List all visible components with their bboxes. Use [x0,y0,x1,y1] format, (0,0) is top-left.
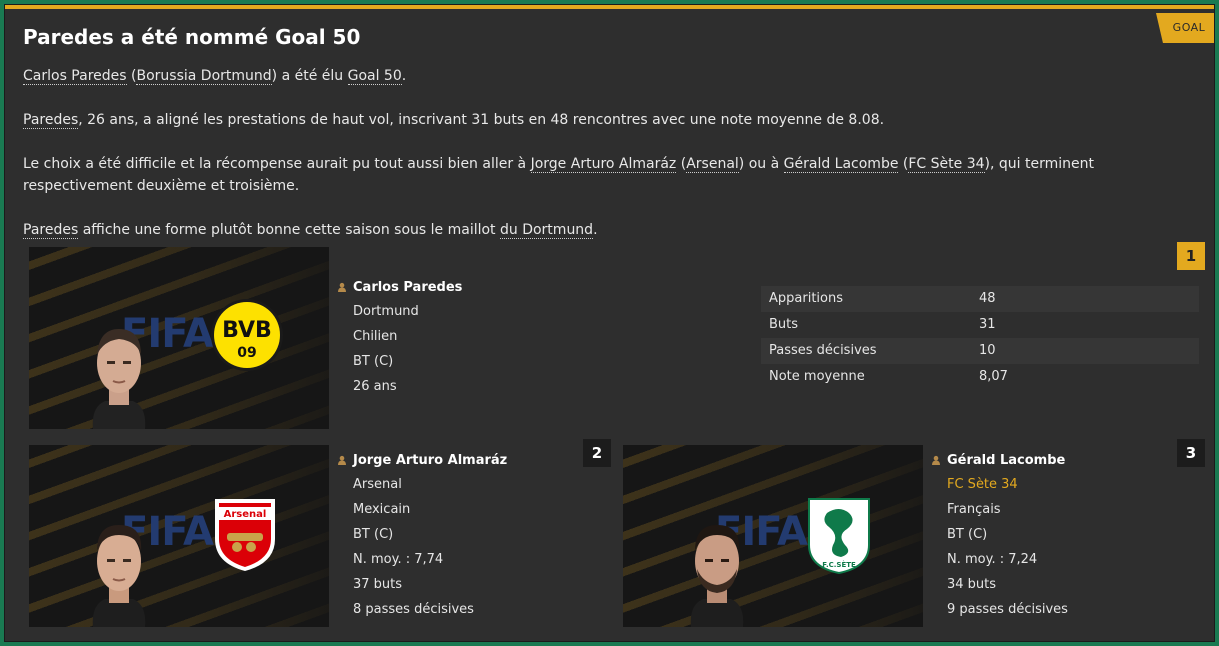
stat-label: Buts [769,317,799,332]
player-link-almaraz[interactable]: Jorge Arturo Almaráz [530,156,677,173]
stat-value: 8,07 [979,369,1008,384]
article-body: Carlos Paredes (Borussia Dortmund) a été… [23,65,1173,263]
winner-card-image[interactable]: FIFA BVB 09 [29,247,329,429]
sete-crest-icon: F.C.SÈTE [808,498,870,575]
player-link-paredes[interactable]: Paredes [23,112,79,129]
crest-text: F.C.SÈTE [822,560,856,569]
text: ( [126,68,137,84]
rank-badge-3: 3 [1177,439,1205,467]
rank-badge-2: 2 [583,439,611,467]
accent-stripe [5,5,1214,9]
text: ) a été élu [271,68,348,84]
person-icon [932,455,940,465]
stat-value: 31 [979,317,996,332]
player-nationality: Mexicain [353,502,411,517]
award-link[interactable]: Goal 50 [347,68,402,85]
player-club[interactable]: Arsenal [337,472,507,497]
paragraph-3: Le choix a été difficile et la récompens… [23,153,1173,197]
player-name: Carlos Paredes [353,279,463,295]
second-name-row[interactable]: Jorge Arturo Almaráz [337,451,507,469]
player-club[interactable]: Dortmund [337,299,462,324]
stat-row: Apparitions 48 [761,286,1199,312]
news-panel: GOAL Paredes a été nommé Goal 50 Carlos … [4,4,1215,642]
crest-text-bottom: 09 [237,345,256,361]
stat-label: Note moyenne [769,369,865,384]
player-link-paredes[interactable]: Paredes [23,222,79,239]
player-age: 26 ans [353,379,397,394]
player-position: BT (C) [353,527,394,542]
player-goals: 37 buts [353,577,403,592]
player-link-paredes[interactable]: Carlos Paredes [23,68,127,85]
stat-label: Apparitions [769,291,843,306]
second-card-image[interactable]: FIFA Arsenal [29,445,329,627]
third-name-row[interactable]: Gérald Lacombe [931,451,1068,469]
player-face-paredes [92,329,146,429]
winner-stats-table: Apparitions 48 Buts 31 Passes décisives 10 … [761,286,1199,390]
text: ( [676,156,687,172]
stat-row: Passes décisives 10 [761,338,1199,364]
player-position: BT (C) [353,354,394,369]
player-link-lacombe[interactable]: Gérald Lacombe [783,156,899,173]
club-link-sete[interactable]: FC Sète 34 [908,156,985,173]
crest-text-top: BVB [222,318,272,343]
player-nationality: Français [947,502,1001,517]
player-nationality: Chilien [353,329,398,344]
player-rating: N. moy. : 7,24 [947,552,1038,567]
winner-name-row[interactable]: Carlos Paredes [337,278,462,296]
winner-info: Carlos Paredes Dortmund Chilien BT (C) 2… [337,278,462,399]
third-info: Gérald Lacombe FC Sète 34 Français BT (C… [931,451,1068,622]
person-icon [338,282,346,292]
page-title: Paredes a été nommé Goal 50 [23,25,361,49]
player-assists: 8 passes décisives [353,602,474,617]
player-name: Jorge Arturo Almaráz [353,452,508,468]
player-position: BT (C) [947,527,988,542]
arsenal-crest-icon: Arsenal [215,499,275,571]
category-tag: GOAL [1156,13,1214,43]
text: ( [898,156,909,172]
club-link-dortmund[interactable]: Borussia Dortmund [136,68,272,85]
text: . [593,222,598,238]
player-face-lacombe [690,525,744,627]
stat-row: Note moyenne 8,07 [761,364,1199,390]
club-link-arsenal[interactable]: Arsenal [686,156,739,173]
dortmund-crest-icon: BVB 09 [211,299,283,371]
second-info: Jorge Arturo Almaráz Arsenal Mexicain BT… [337,451,507,622]
text: . [401,68,407,84]
stat-value: 48 [979,291,996,306]
player-name: Gérald Lacombe [947,452,1066,468]
stat-row: Buts 31 [761,312,1199,338]
rank-badge-1: 1 [1177,242,1205,270]
player-goals: 34 buts [947,577,997,592]
paragraph-4: Paredes affiche une forme plutôt bonne c… [23,219,1173,241]
third-card-image[interactable]: FIFA F.C.SÈTE [623,445,923,627]
player-assists: 9 passes décisives [947,602,1068,617]
stat-value: 10 [979,343,996,358]
club-link-dortmund[interactable]: du Dortmund [500,222,594,239]
text: affiche une forme plutôt bonne cette sai… [78,222,500,238]
player-club[interactable]: FC Sète 34 [931,472,1068,497]
text: , 26 ans, a aligné les prestations de ha… [78,112,885,128]
paragraph-1: Carlos Paredes (Borussia Dortmund) a été… [23,65,1173,87]
player-rating: N. moy. : 7,74 [353,552,444,567]
player-face-almaraz [92,525,146,627]
text: ) ou à [738,156,784,172]
person-icon [338,455,346,465]
paragraph-2: Paredes, 26 ans, a aligné les prestation… [23,109,1173,131]
text: Le choix a été difficile et la récompens… [23,156,531,172]
stat-label: Passes décisives [769,343,877,358]
crest-text: Arsenal [224,509,267,520]
